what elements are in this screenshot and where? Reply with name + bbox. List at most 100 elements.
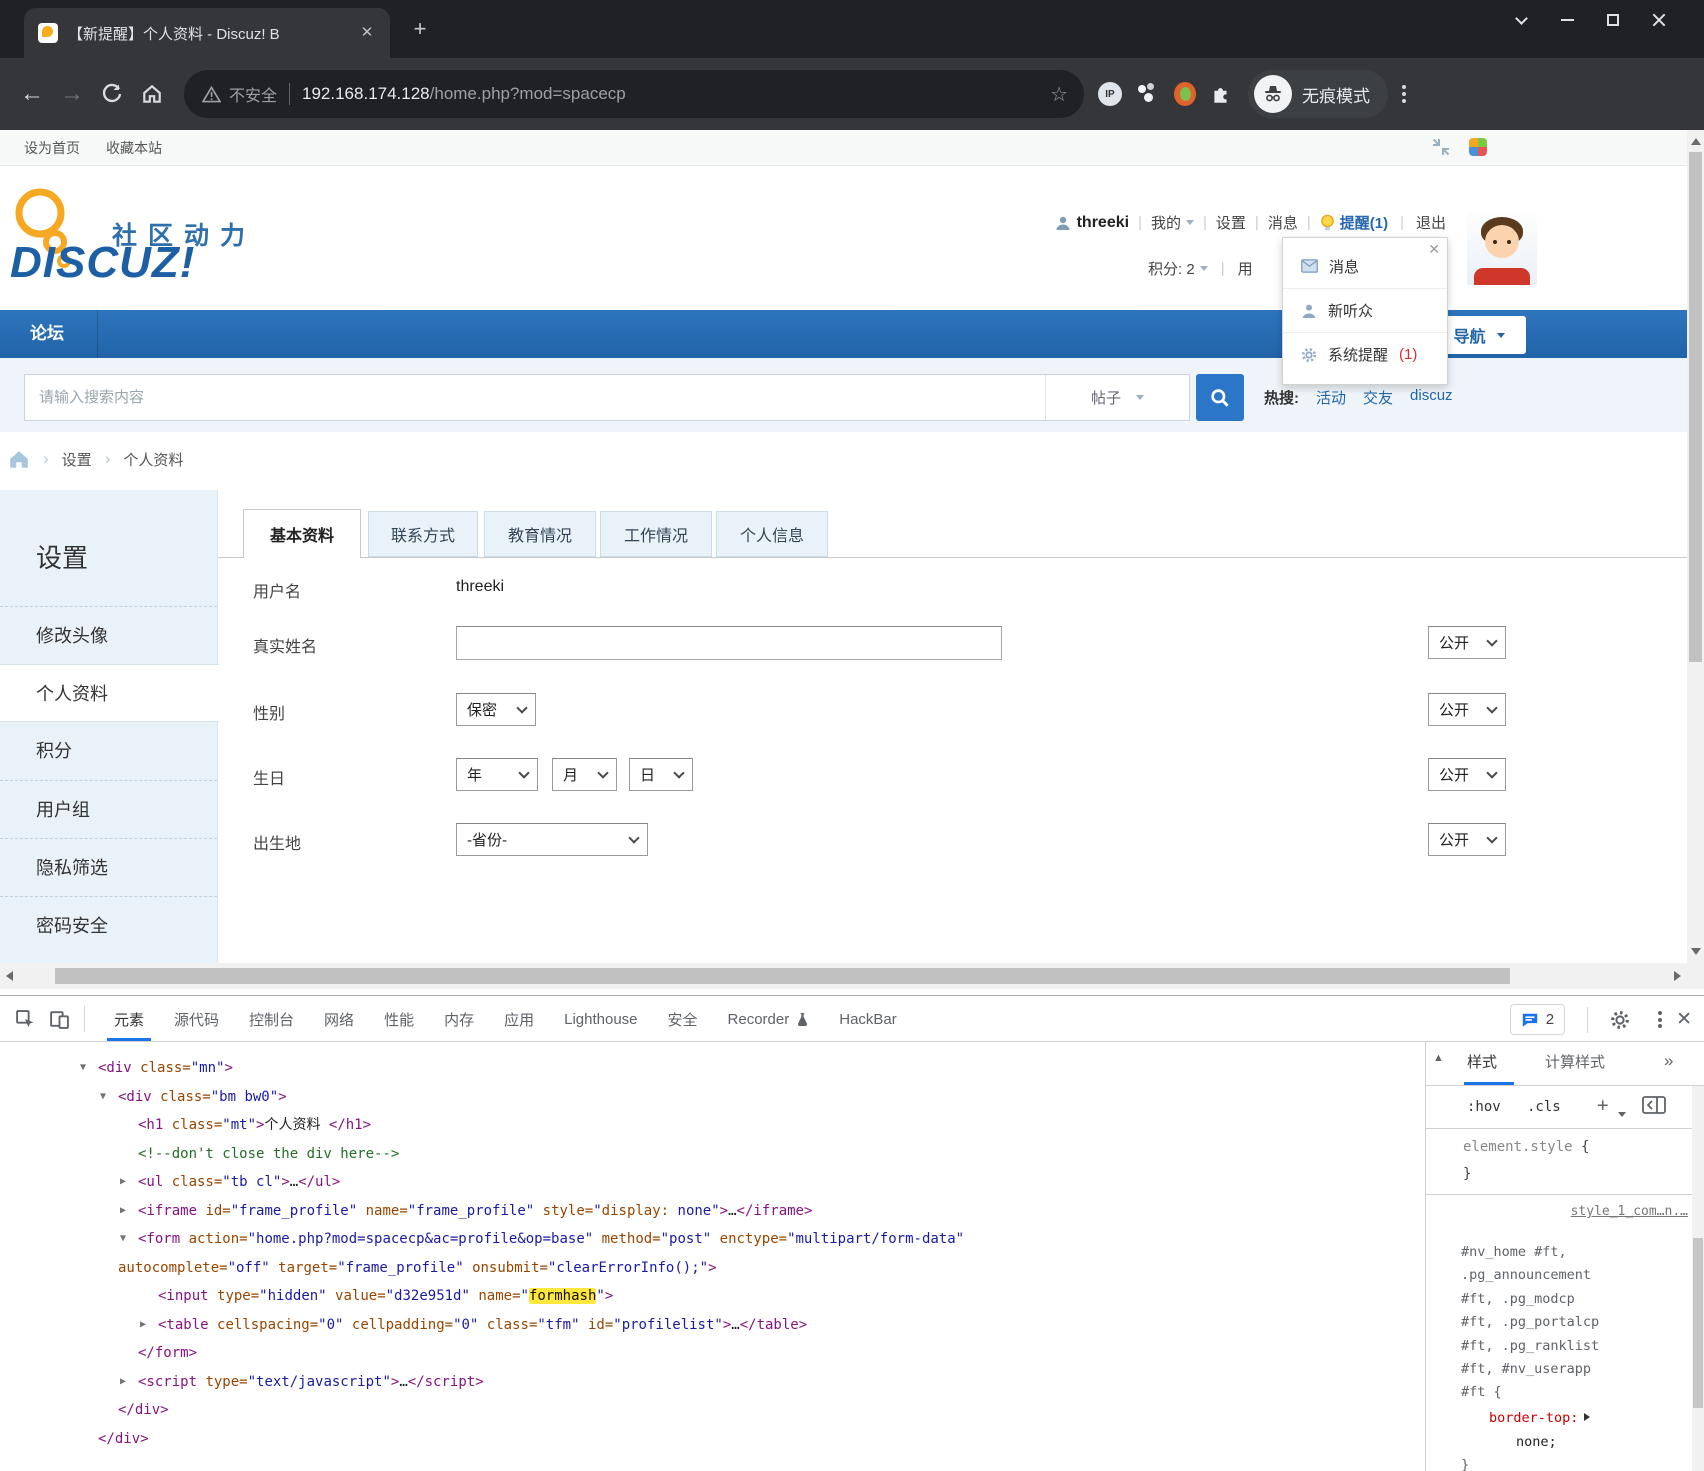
devtools-tab-1[interactable]: 源代码 bbox=[159, 997, 234, 1041]
vertical-scrollbar[interactable] bbox=[1687, 130, 1704, 963]
window-minimize-button[interactable] bbox=[1544, 0, 1590, 40]
code-line-9[interactable]: ▶<table cellspacing="0" cellpadding="0" … bbox=[0, 1311, 1425, 1340]
devtools-close-icon[interactable]: ✕ bbox=[1676, 1008, 1692, 1031]
sidebar-item-1[interactable]: 个人资料 bbox=[0, 664, 219, 722]
window-close-button[interactable] bbox=[1636, 0, 1682, 40]
quick-link-0[interactable]: 设为首页 bbox=[24, 138, 80, 158]
tab-computed[interactable]: 计算样式 bbox=[1545, 1051, 1605, 1072]
styles-scrollbar[interactable] bbox=[1692, 1086, 1704, 1471]
home-button[interactable] bbox=[132, 74, 172, 114]
tab-search-chevron-icon[interactable] bbox=[1498, 0, 1544, 40]
sidebar-item-0[interactable]: 修改头像 bbox=[0, 606, 217, 664]
css-declaration[interactable]: border-top: bbox=[1489, 1410, 1578, 1426]
elements-tree[interactable]: ▼<div class="mn">▼<div class="bm bw0"><h… bbox=[0, 1042, 1425, 1471]
search-button[interactable] bbox=[1196, 374, 1244, 421]
devtools-tab-3[interactable]: 网络 bbox=[309, 997, 369, 1041]
toggle-width-icon[interactable] bbox=[1431, 137, 1451, 157]
devtools-menu-icon[interactable] bbox=[1658, 1011, 1662, 1028]
hot-link-2[interactable]: discuz bbox=[1410, 387, 1453, 408]
code-line-4[interactable]: ▶<ul class="tb cl">…</ul> bbox=[0, 1168, 1425, 1197]
devtools-tab-4[interactable]: 性能 bbox=[369, 997, 429, 1041]
hover-state-button[interactable]: :hov bbox=[1467, 1099, 1501, 1115]
css-value[interactable]: none; bbox=[1516, 1434, 1557, 1450]
expand-arrow-right-icon[interactable]: ▶ bbox=[140, 1311, 146, 1340]
popup-item-2[interactable]: 系统提醒(1) bbox=[1283, 332, 1447, 376]
birthday-year-select[interactable]: 年 bbox=[456, 758, 538, 791]
expand-arrow-right-icon[interactable]: ▶ bbox=[120, 1168, 126, 1197]
realname-visibility-select[interactable]: 公开 bbox=[1428, 626, 1506, 659]
device-toolbar-icon[interactable] bbox=[42, 1002, 76, 1036]
expand-arrow-down-icon[interactable]: ▼ bbox=[80, 1054, 86, 1083]
devtools-tab-9[interactable]: Recorder bbox=[713, 997, 825, 1041]
birthday-visibility-select[interactable]: 公开 bbox=[1428, 758, 1506, 791]
classes-button[interactable]: .cls bbox=[1527, 1099, 1561, 1115]
popup-item-0[interactable]: 消息 bbox=[1283, 244, 1447, 288]
browser-tab[interactable]: 【新提醒】个人资料 - Discuz! B ✕ bbox=[24, 8, 390, 58]
username[interactable]: threeki bbox=[1077, 214, 1129, 232]
devtools-tab-8[interactable]: 安全 bbox=[653, 997, 713, 1041]
devtools-tab-5[interactable]: 内存 bbox=[429, 997, 489, 1041]
search-input[interactable] bbox=[25, 375, 1045, 420]
menu-my[interactable]: 我的 bbox=[1151, 212, 1181, 233]
extension-ip-icon[interactable]: IP bbox=[1098, 82, 1122, 106]
horizontal-scroll-thumb[interactable] bbox=[55, 968, 1510, 984]
profile-tab-4[interactable]: 个人信息 bbox=[716, 511, 828, 557]
breadcrumb-settings[interactable]: 设置 bbox=[62, 449, 92, 470]
code-line-1[interactable]: ▼<div class="bm bw0"> bbox=[0, 1083, 1425, 1112]
code-line-3[interactable]: <!--don't close the div here--> bbox=[0, 1140, 1425, 1169]
discuz-logo[interactable]: 社区动力 DISCUZ! bbox=[10, 186, 330, 296]
quick-link-1[interactable]: 收藏本站 bbox=[106, 138, 162, 158]
code-line-10[interactable]: </form> bbox=[0, 1339, 1425, 1368]
window-maximize-button[interactable] bbox=[1590, 0, 1636, 40]
expand-arrow-down-icon[interactable]: ▼ bbox=[120, 1225, 126, 1254]
code-line-7[interactable]: autocomplete="off" target="frame_profile… bbox=[0, 1254, 1425, 1283]
devtools-tab-2[interactable]: 控制台 bbox=[234, 997, 309, 1041]
expand-arrow-right-icon[interactable]: ▶ bbox=[120, 1368, 126, 1397]
code-line-13[interactable]: </div> bbox=[0, 1425, 1425, 1454]
vertical-scroll-thumb[interactable] bbox=[1689, 152, 1702, 662]
browser-menu-icon[interactable] bbox=[1402, 85, 1406, 103]
code-line-2[interactable]: <h1 class="mt">个人资料 </h1> bbox=[0, 1111, 1425, 1140]
new-style-rule-button[interactable]: + bbox=[1597, 1094, 1608, 1116]
code-line-11[interactable]: ▶<script type="text/javascript">…</scrip… bbox=[0, 1368, 1425, 1397]
expand-arrow-right-icon[interactable]: ▶ bbox=[120, 1197, 126, 1226]
gender-visibility-select[interactable]: 公开 bbox=[1428, 693, 1506, 726]
stylesheet-link[interactable]: style_1_com…n.… bbox=[1571, 1204, 1688, 1219]
popup-item-1[interactable]: 新听众 bbox=[1283, 288, 1447, 332]
color-style-icon[interactable] bbox=[1469, 138, 1487, 156]
code-line-6[interactable]: ▼<form action="home.php?mod=spacecp&ac=p… bbox=[0, 1225, 1425, 1254]
search-category-dropdown[interactable]: 帖子 bbox=[1045, 375, 1189, 420]
devtools-tab-10[interactable]: HackBar bbox=[824, 997, 912, 1041]
menu-settings[interactable]: 设置 bbox=[1216, 212, 1246, 233]
sidebar-item-3[interactable]: 用户组 bbox=[0, 780, 217, 838]
horizontal-scrollbar[interactable] bbox=[0, 963, 1687, 989]
code-line-8[interactable]: <input type="hidden" value="d32e951d" na… bbox=[0, 1282, 1425, 1311]
new-tab-button[interactable]: + bbox=[408, 18, 432, 42]
profile-tab-2[interactable]: 教育情况 bbox=[484, 511, 596, 557]
toggle-sidebar-icon[interactable] bbox=[1642, 1095, 1666, 1115]
reload-button[interactable] bbox=[92, 74, 132, 114]
forward-button[interactable]: → bbox=[52, 74, 92, 114]
bookmark-star-icon[interactable]: ☆ bbox=[1050, 82, 1068, 107]
extension-proxy-icon[interactable] bbox=[1136, 82, 1160, 106]
scroll-down-arrow[interactable] bbox=[1691, 948, 1701, 955]
devtools-tab-7[interactable]: Lighthouse bbox=[549, 997, 652, 1041]
avatar[interactable] bbox=[1467, 212, 1537, 285]
tab-styles[interactable]: 样式 bbox=[1467, 1051, 1497, 1072]
birthday-month-select[interactable]: 月 bbox=[552, 758, 617, 791]
profile-tab-3[interactable]: 工作情况 bbox=[600, 511, 712, 557]
element-style-selector[interactable]: element.style { bbox=[1463, 1139, 1589, 1155]
extension-record-icon[interactable] bbox=[1174, 82, 1196, 106]
nav-forum-tab[interactable]: 论坛 bbox=[30, 310, 64, 358]
devtools-tab-0[interactable]: 元素 bbox=[99, 997, 159, 1041]
back-button[interactable]: ← bbox=[12, 74, 52, 114]
logout-link[interactable]: 退出 bbox=[1416, 212, 1446, 233]
scroll-right-arrow[interactable] bbox=[1674, 971, 1681, 981]
popup-close-icon[interactable]: ✕ bbox=[1428, 242, 1440, 256]
realname-input[interactable] bbox=[456, 626, 1002, 660]
notice-link[interactable]: 提醒(1) bbox=[1340, 212, 1388, 233]
hot-link-0[interactable]: 活动 bbox=[1316, 387, 1346, 408]
code-line-12[interactable]: </div> bbox=[0, 1396, 1425, 1425]
tab-close-icon[interactable]: ✕ bbox=[356, 22, 378, 44]
scroll-left-arrow[interactable] bbox=[6, 971, 13, 981]
